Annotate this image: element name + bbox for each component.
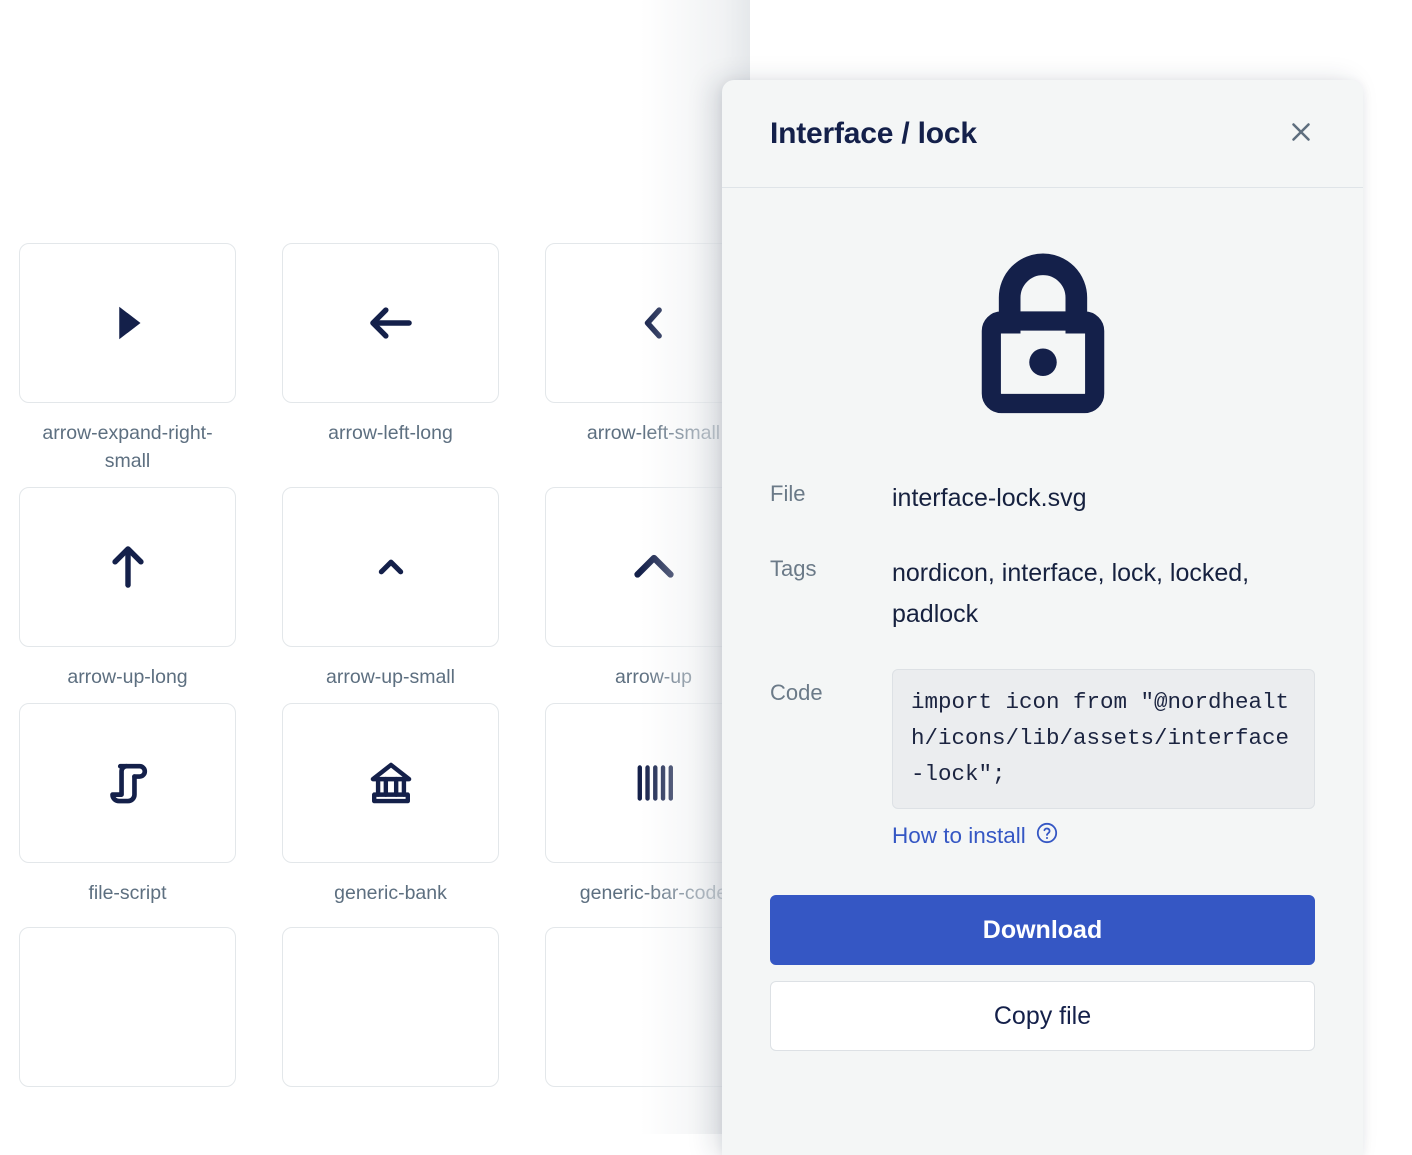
arrow-up-small-icon (362, 538, 420, 596)
arrow-expand-right-small-icon (98, 293, 158, 353)
icon-label: arrow-expand-right-small (42, 422, 213, 472)
icon-grid-item[interactable]: arrow-up-long (19, 487, 236, 691)
icon-label: arrow-left-long (328, 422, 453, 444)
file-label: File (770, 481, 806, 506)
generic-bar-code-icon (623, 752, 685, 814)
file-script-icon (97, 752, 159, 814)
how-to-install-link[interactable]: How to install (892, 821, 1059, 851)
icon-card[interactable] (19, 927, 236, 1087)
close-button[interactable] (1279, 112, 1323, 156)
arrow-left-long-icon (360, 292, 422, 354)
icon-card[interactable] (282, 243, 499, 403)
icon-grid-item[interactable]: file-script (19, 703, 236, 907)
panel-actions: Download Copy file (770, 895, 1315, 1051)
tags-label: Tags (770, 556, 817, 581)
code-label: Code (770, 680, 823, 705)
icon-card[interactable] (282, 927, 499, 1087)
close-icon (1286, 117, 1316, 150)
file-value: interface-lock.svg (892, 484, 1087, 512)
tags-field: Tags nordicon, interface, lock, locked, … (770, 553, 1315, 635)
icon-grid-row (19, 927, 762, 1087)
arrow-left-small-icon (623, 292, 685, 354)
code-field: Code import icon from "@nordhealth/icons… (770, 669, 1315, 851)
icon-label: arrow-up-small (326, 666, 455, 688)
icon-preview (770, 188, 1315, 478)
icon-label: file-script (88, 882, 167, 904)
page-title: Interface / lock (770, 116, 977, 150)
icon-card[interactable] (282, 703, 499, 863)
arrow-up-icon (618, 531, 690, 603)
icon-label: generic-bank (334, 882, 447, 904)
icon-grid-item[interactable]: generic-bank (282, 703, 499, 907)
icon-label: generic-bar-code (579, 882, 728, 904)
icon-detail-panel: Interface / lock File interface-lock.svg (722, 80, 1363, 1155)
code-snippet[interactable]: import icon from "@nordhealth/icons/lib/… (892, 669, 1315, 809)
lock-icon (943, 231, 1143, 436)
file-field: File interface-lock.svg (770, 478, 1315, 519)
help-circle-icon (1035, 821, 1059, 851)
icon-label: arrow-up-long (67, 666, 188, 688)
icon-grid-row: arrow-expand-right-small arrow-left-long… (19, 243, 762, 475)
icon-card[interactable] (19, 703, 236, 863)
icon-grid: arrow-expand-right-small arrow-left-long… (0, 0, 762, 1099)
icon-grid-item[interactable]: arrow-expand-right-small (19, 243, 236, 475)
panel-header: Interface / lock (722, 80, 1363, 188)
how-to-install-label: How to install (892, 823, 1026, 848)
arrow-up-long-icon (97, 536, 159, 598)
icon-grid-item[interactable] (282, 927, 499, 1087)
icon-grid-item[interactable] (19, 927, 236, 1087)
icon-card[interactable] (19, 243, 236, 403)
generic-bank-icon (360, 752, 422, 814)
icon-card[interactable] (19, 487, 236, 647)
tags-value: nordicon, interface, lock, locked, padlo… (892, 559, 1250, 628)
icon-grid-item[interactable]: arrow-left-long (282, 243, 499, 475)
copy-file-button[interactable]: Copy file (770, 981, 1315, 1051)
icon-grid-row: arrow-up-long arrow-up-small arrow-up (19, 487, 762, 691)
panel-body: File interface-lock.svg Tags nordicon, i… (722, 188, 1363, 1051)
icon-label: arrow-up (615, 666, 692, 688)
icon-label: arrow-left-small (586, 422, 721, 444)
download-button[interactable]: Download (770, 895, 1315, 965)
icon-grid-item[interactable]: arrow-up-small (282, 487, 499, 691)
icon-grid-row: file-script generic-bank generic-bar-cod… (19, 703, 762, 907)
icon-card[interactable] (282, 487, 499, 647)
